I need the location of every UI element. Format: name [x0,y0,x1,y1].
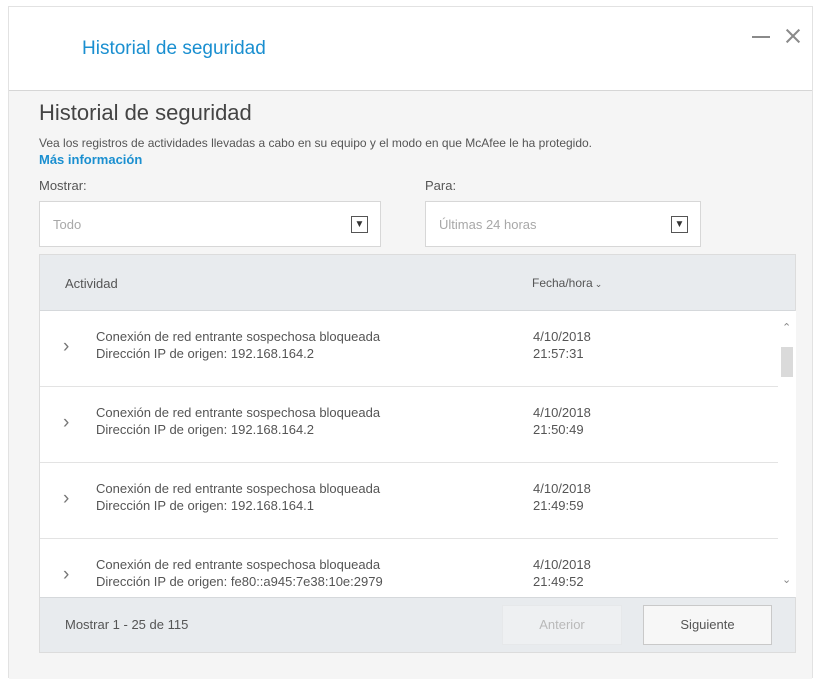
scroll-down-icon[interactable]: ⌄ [782,573,791,586]
close-icon[interactable] [781,23,807,49]
row-source-ip: Dirección IP de origen: 192.168.164.2 [96,346,315,361]
row-activity-title: Conexión de red entrante sospechosa bloq… [96,405,381,420]
vertical-scrollbar[interactable]: ⌃ ⌄ [778,311,796,597]
table-row[interactable]: › Conexión de red entrante sospechosa bl… [40,463,778,539]
next-button[interactable]: Siguiente [643,605,772,645]
page-title: Historial de seguridad [39,100,252,125]
row-time: 21:49:52 [533,574,584,589]
row-date: 4/10/2018 [533,405,591,420]
chevron-right-icon[interactable]: › [63,412,69,434]
chevron-right-icon[interactable]: › [63,336,69,358]
row-date: 4/10/2018 [533,557,591,572]
show-filter-label: Mostrar: [39,178,87,193]
row-activity-title: Conexión de red entrante sospechosa bloq… [96,329,381,344]
table-body: › Conexión de red entrante sospechosa bl… [40,311,778,597]
row-source-ip: Dirección IP de origen: 192.168.164.1 [96,498,315,513]
pagination-count: Mostrar 1 - 25 de 115 [65,617,189,632]
table-row[interactable]: › Conexión de red entrante sospechosa bl… [40,539,778,597]
row-activity-title: Conexión de red entrante sospechosa bloq… [96,481,381,496]
row-date: 4/10/2018 [533,481,591,496]
scroll-up-icon[interactable]: ⌃ [782,321,791,334]
title-bar: Historial de seguridad [9,7,812,91]
window-title: Historial de seguridad [82,38,266,59]
chevron-down-icon[interactable]: ▼ [351,216,368,233]
table-footer: Mostrar 1 - 25 de 115 Anterior Siguiente [40,597,795,652]
row-source-ip: Dirección IP de origen: 192.168.164.2 [96,422,315,437]
show-filter-select[interactable]: Todo ▼ [39,201,381,247]
row-time: 21:57:31 [533,346,584,361]
row-date: 4/10/2018 [533,329,591,344]
column-header-datetime[interactable]: Fecha/hora ⌄ [532,276,602,290]
sort-down-icon: ⌄ [594,279,603,289]
row-source-ip: Dirección IP de origen: fe80::a945:7e38:… [96,574,383,589]
table-row[interactable]: › Conexión de red entrante sospechosa bl… [40,387,778,463]
period-filter-value: Últimas 24 horas [439,217,537,232]
history-table: Actividad Fecha/hora ⌄ › Conexión de red … [39,254,796,653]
previous-button[interactable]: Anterior [502,605,622,645]
column-header-activity: Actividad [65,276,118,291]
security-history-window: Historial de seguridad Historial de segu… [8,6,813,679]
chevron-down-icon[interactable]: ▼ [671,216,688,233]
period-filter-select[interactable]: Últimas 24 horas ▼ [425,201,701,247]
scrollbar-thumb[interactable] [781,347,793,377]
row-time: 21:49:59 [533,498,584,513]
row-activity-title: Conexión de red entrante sospechosa bloq… [96,557,381,572]
minimize-icon[interactable] [749,23,775,49]
table-row[interactable]: › Conexión de red entrante sospechosa bl… [40,311,778,387]
main-content: Historial de seguridad Vea los registros… [9,91,812,679]
more-info-link[interactable]: Más información [39,152,142,167]
period-filter-label: Para: [425,178,457,193]
column-header-datetime-label: Fecha/hora [532,276,593,290]
page-description: Vea los registros de actividades llevada… [39,136,593,150]
show-filter-value: Todo [53,217,82,232]
row-time: 21:50:49 [533,422,584,437]
table-header: Actividad Fecha/hora ⌄ [40,255,795,311]
chevron-right-icon[interactable]: › [63,488,69,510]
chevron-right-icon[interactable]: › [63,564,69,586]
